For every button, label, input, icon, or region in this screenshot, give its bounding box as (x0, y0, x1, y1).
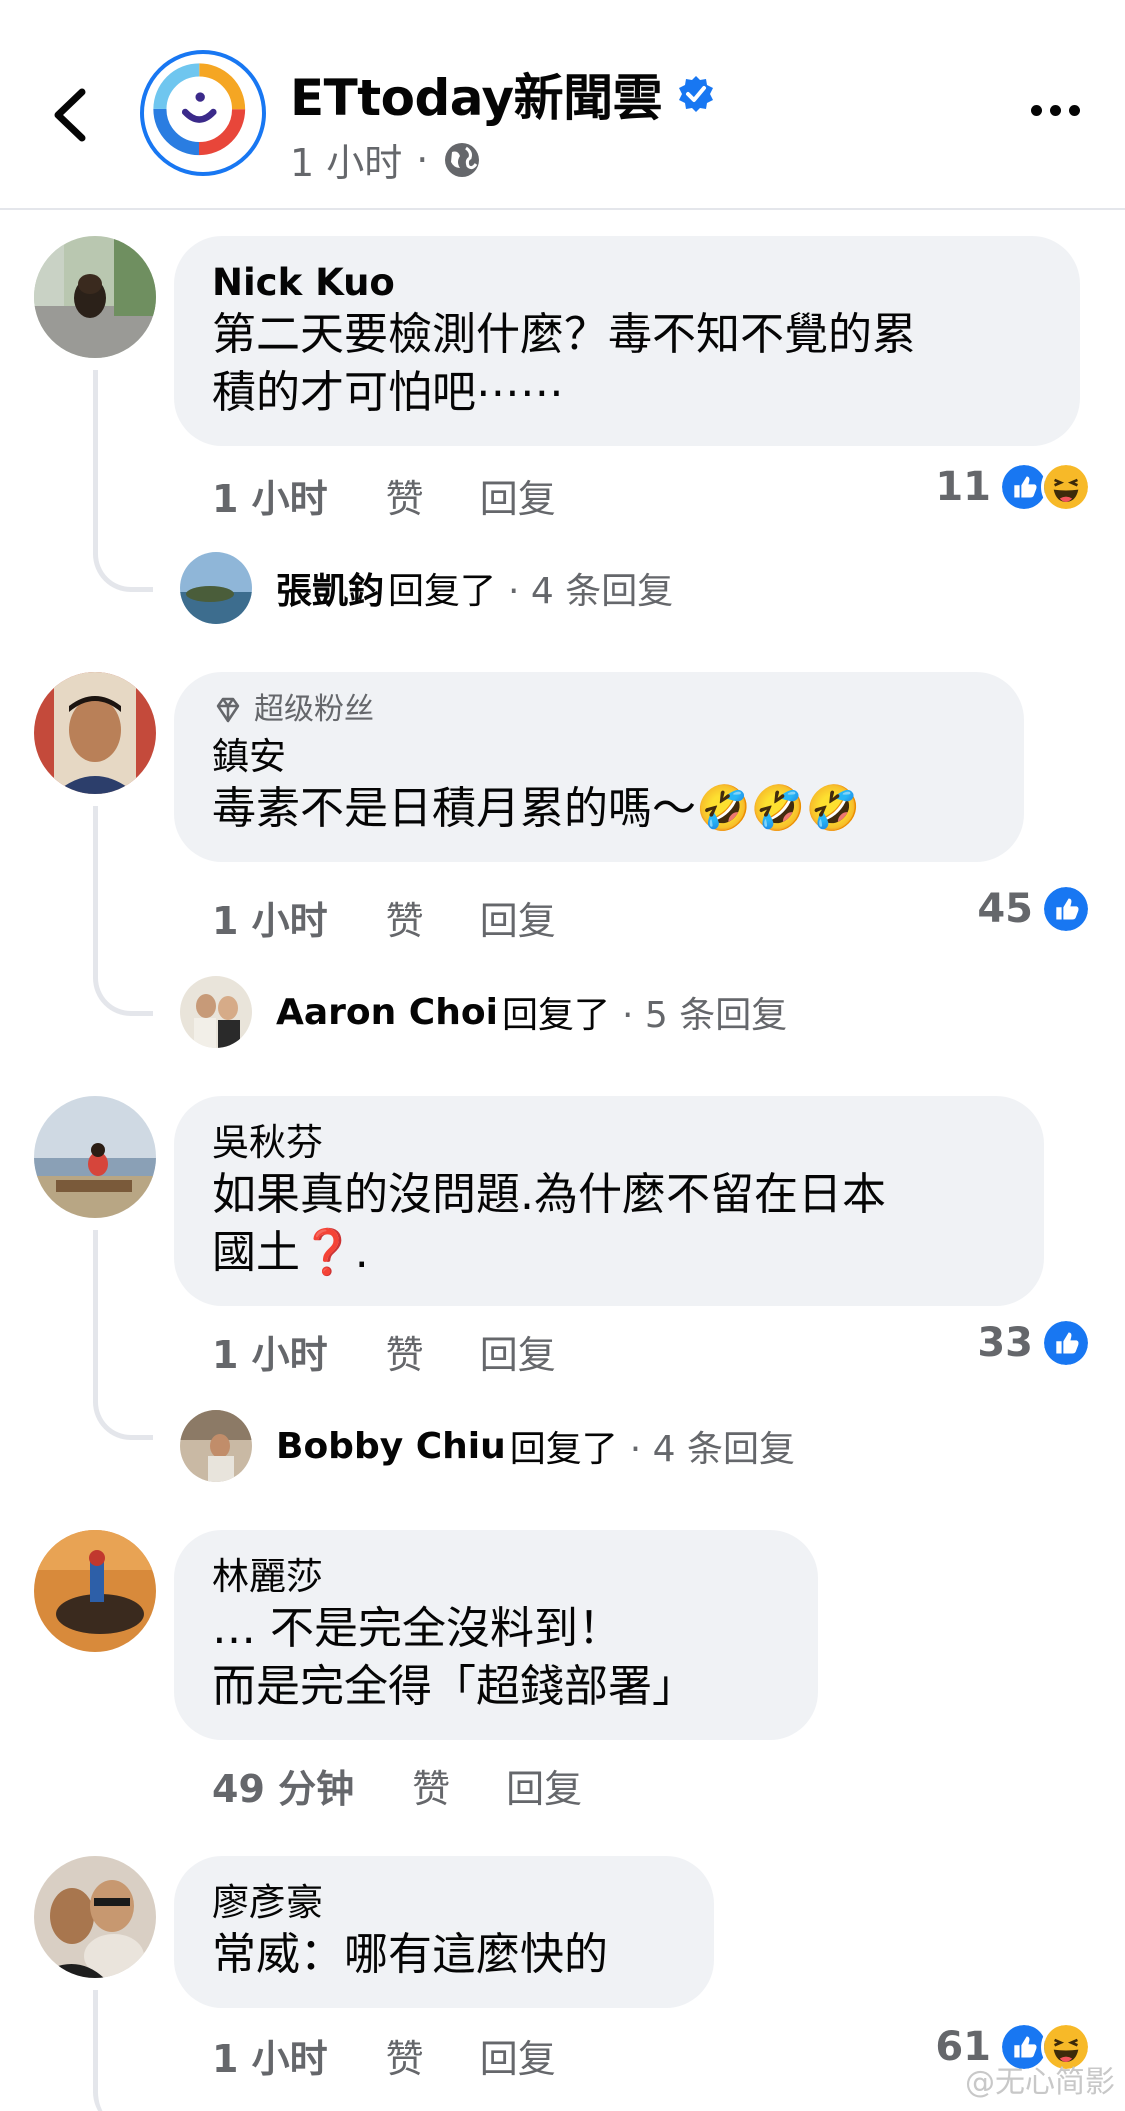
commenter-avatar[interactable] (34, 236, 156, 358)
replier-avatar (180, 552, 252, 624)
comment-author[interactable]: 吳秋芬 (212, 1120, 1008, 1166)
like-icon (1041, 1318, 1091, 1368)
comment-text: 常威：哪有這麼快的 (212, 1929, 608, 1980)
verified-badge-icon (679, 76, 714, 112)
like-button[interactable]: 赞 (386, 1324, 424, 1379)
like-button[interactable]: 赞 (386, 468, 424, 523)
reply-button[interactable]: 回复 (506, 1758, 582, 1813)
reply-button[interactable]: 回复 (480, 1324, 556, 1379)
view-replies[interactable]: Aaron Choi 回复了 · 5 条回复 (180, 976, 787, 1048)
watermark: @无心简影 (965, 2065, 1115, 2100)
comment-actions: 1 小时 赞 回复 (212, 1324, 556, 1379)
comment-text: 如果真的沒問題.為什麼不留在日本 國土❓. (212, 1169, 886, 1278)
globe-icon (445, 142, 480, 177)
comment-bubble[interactable]: Nick Kuo 第二天要檢測什麼？毒不知不覺的累 積的才可怕吧⋯⋯ (174, 236, 1080, 446)
comment-actions: 1 小时 赞 回复 (212, 468, 556, 523)
haha-icon (1041, 462, 1091, 512)
back-arrow-icon[interactable] (40, 80, 100, 150)
page-avatar[interactable] (140, 50, 266, 176)
page-name[interactable]: ETtoday新聞雲 (290, 58, 663, 130)
replier-avatar (180, 976, 252, 1048)
reaction-count: 45 (977, 886, 1033, 932)
comment-text: … 不是完全沒料到！ 而是完全得「超錢部署」 (212, 1603, 696, 1712)
like-icon (1041, 884, 1091, 934)
view-replies[interactable]: 張凱鈞 回复了 · 4 条回复 (180, 552, 673, 624)
reply-count: · 4 条回复 (629, 1429, 795, 1470)
ettoday-logo-icon (153, 63, 246, 156)
post-meta: 1 小时 · (290, 132, 482, 187)
replier-name: Aaron Choi (276, 991, 498, 1033)
reply-button[interactable]: 回复 (480, 468, 556, 523)
replier-name: Bobby Chiu (276, 1425, 506, 1467)
reaction-summary[interactable]: 11 (935, 462, 1091, 512)
thread-connector (93, 1230, 153, 1440)
comment-author[interactable]: 鎮安 (212, 734, 988, 780)
diamond-icon (216, 697, 240, 723)
comment-actions: 1 小时 赞 回复 (212, 2028, 556, 2083)
comment-time[interactable]: 1 小时 (212, 468, 328, 523)
thread-connector (93, 1990, 153, 2111)
comment-actions: 49 分钟 赞 回复 (212, 1758, 582, 1813)
comment-author[interactable]: 林麗莎 (212, 1554, 782, 1600)
thread-connector (93, 370, 153, 592)
replier-avatar (180, 1410, 252, 1482)
reply-button[interactable]: 回复 (480, 890, 556, 945)
like-button[interactable]: 赞 (386, 890, 424, 945)
reaction-count: 11 (935, 464, 991, 510)
reaction-summary[interactable]: 45 (977, 884, 1091, 934)
badge-label: 超级粉丝 (254, 692, 374, 727)
thread-connector (93, 806, 153, 1016)
comment-bubble[interactable]: 超级粉丝 鎮安 毒素不是日積月累的嗎～🤣🤣🤣 (174, 672, 1024, 862)
reaction-summary[interactable]: 33 (977, 1318, 1091, 1368)
comment-time[interactable]: 1 小时 (212, 1324, 328, 1379)
like-button[interactable]: 赞 (386, 2028, 424, 2083)
comment-bubble[interactable]: 吳秋芬 如果真的沒問題.為什麼不留在日本 國土❓. (174, 1096, 1044, 1306)
comment-text: 毒素不是日積月累的嗎～🤣🤣🤣 (212, 783, 861, 834)
separator-dot: · (416, 137, 429, 182)
comment-time[interactable]: 1 小时 (212, 2028, 328, 2083)
commenter-avatar[interactable] (34, 1856, 156, 1978)
more-options-icon[interactable] (1031, 105, 1080, 116)
commenter-avatar[interactable] (34, 1096, 156, 1218)
view-replies[interactable]: Bobby Chiu 回复了 · 4 条回复 (180, 1410, 795, 1482)
comment-time[interactable]: 1 小时 (212, 890, 328, 945)
commenter-avatar[interactable] (34, 672, 156, 794)
top-fan-badge: 超级粉丝 (212, 690, 988, 730)
reply-count: · 5 条回复 (621, 995, 788, 1036)
comment-author[interactable]: 廖彥豪 (212, 1880, 678, 1926)
like-button[interactable]: 赞 (412, 1758, 450, 1813)
reply-verb: 回复了 (501, 995, 610, 1036)
comment-text: 第二天要檢測什麼？毒不知不覺的累 積的才可怕吧⋯⋯ (212, 309, 916, 418)
post-header: ETtoday新聞雲 1 小时 · (0, 0, 1125, 210)
comment-actions: 1 小时 赞 回复 (212, 890, 556, 945)
reply-verb: 回复了 (388, 571, 497, 612)
comment-time[interactable]: 49 分钟 (212, 1758, 354, 1813)
reply-count: · 4 条回复 (508, 571, 674, 612)
reply-button[interactable]: 回复 (480, 2028, 556, 2083)
commenter-avatar[interactable] (34, 1530, 156, 1652)
replier-name: 張凱鈞 (276, 571, 385, 612)
reply-verb: 回复了 (509, 1429, 618, 1470)
comment-bubble[interactable]: 林麗莎 … 不是完全沒料到！ 而是完全得「超錢部署」 (174, 1530, 818, 1740)
reaction-count: 33 (977, 1320, 1033, 1366)
post-time[interactable]: 1 小时 (290, 132, 402, 187)
comment-author[interactable]: Nick Kuo (212, 260, 1044, 306)
comment-bubble[interactable]: 廖彥豪 常威：哪有這麼快的 (174, 1856, 714, 2008)
